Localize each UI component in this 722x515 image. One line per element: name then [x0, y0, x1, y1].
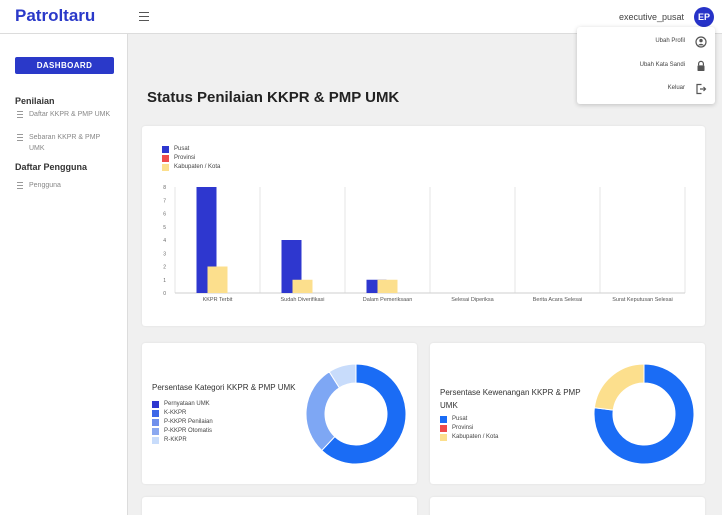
menu-item-ubah-kata-sandi[interactable]: Ubah Kata Sandi — [582, 60, 707, 74]
brand-logo[interactable]: Patroltaru — [15, 6, 95, 26]
lower-chart-card-right — [430, 497, 705, 515]
sidebar-item-sebaran-kkpr[interactable]: Sebaran KKPR & PMP UMK — [17, 132, 113, 154]
y-tick-label: 2 — [163, 265, 166, 271]
legend-swatch — [152, 428, 159, 435]
legend-swatch — [440, 425, 447, 432]
menu-item-keluar[interactable]: Keluar — [582, 83, 707, 97]
sidebar: DASHBOARD Penilaian Daftar KKPR & PMP UM… — [0, 34, 128, 515]
legend-swatch — [152, 401, 159, 408]
y-tick-label: 5 — [163, 225, 166, 231]
bar-kabupaten-kota — [207, 266, 228, 293]
donut-slice — [593, 363, 645, 411]
menu-item-label: Keluar — [667, 85, 685, 91]
sidebar-item-label: Pengguna — [29, 182, 61, 189]
kategori-chart-card: Persentase Kategori KKPR & PMP UMK Perny… — [142, 343, 417, 484]
nav-section-daftar-pengguna: Daftar Pengguna — [15, 162, 88, 172]
y-tick-label: 7 — [163, 198, 166, 204]
list-icon — [17, 134, 23, 141]
legend-swatch — [152, 419, 159, 426]
sidebar-item-label: Daftar KKPR & PMP UMK — [29, 111, 111, 118]
y-tick-label: 1 — [163, 278, 166, 284]
y-tick-label: 6 — [163, 212, 166, 218]
menu-item-label: Ubah Profil — [655, 38, 685, 44]
legend-swatch — [152, 437, 159, 444]
x-tick-label: Selesai Diperiksa — [451, 297, 494, 303]
page-title: Status Penilaian KKPR & PMP UMK — [147, 89, 400, 106]
user-dropdown-menu: Ubah Profil Ubah Kata Sandi Keluar — [577, 27, 715, 104]
dashboard-button[interactable]: DASHBOARD — [15, 57, 114, 74]
user-avatar[interactable]: EP — [694, 7, 714, 27]
username-label[interactable]: executive_pusat — [619, 12, 684, 22]
bar-kabupaten-kota — [292, 279, 313, 293]
y-tick-label: 3 — [163, 251, 166, 257]
kewenangan-chart-title: Persentase Kewenangan KKPR & PMP UMK — [440, 388, 581, 410]
legend-label: Pusat — [452, 416, 468, 422]
status-bar-chart: 0 1 2 3 4 5 6 7 8 KKPR Terbit Sudah Diverifikasi Da… — [163, 185, 686, 303]
sidebar-item-pengguna[interactable]: Pengguna — [17, 180, 113, 191]
list-icon — [17, 182, 23, 189]
lock-icon — [697, 60, 705, 71]
user-circle-icon — [695, 36, 707, 48]
logout-icon — [696, 83, 707, 95]
y-tick-label: 4 — [163, 238, 166, 244]
status-chart-card: Pusat Provinsi Kabupaten / Kota 01234567… — [142, 126, 705, 326]
legend-swatch — [440, 434, 447, 441]
x-tick-label: Sudah Diverifikasi — [280, 297, 324, 303]
nav-section-penilaian: Penilaian — [15, 96, 55, 106]
legend-swatch — [440, 416, 447, 423]
x-tick-label: Dalam Pemeriksaan — [363, 297, 413, 303]
x-tick-label: Surat Keputusan Selesai — [612, 297, 673, 303]
kategori-donut-chart — [305, 363, 407, 465]
legend-label: P-KKPR Penilaian — [164, 419, 213, 425]
legend-label: Kabupaten / Kota — [452, 434, 499, 440]
sidebar-item-daftar-kkpr[interactable]: Daftar KKPR & PMP UMK — [17, 109, 113, 120]
kategori-chart-title: Persentase Kategori KKPR & PMP UMK — [152, 383, 296, 392]
kewenangan-chart-card: Persentase Kewenangan KKPR & PMP UMK Pus… — [430, 343, 705, 484]
kewenangan-donut-chart — [593, 363, 695, 465]
legend-label: K-KKPR — [164, 410, 187, 416]
y-tick-label: 0 — [163, 291, 166, 297]
bar-kabupaten-kota — [377, 279, 398, 293]
sidebar-item-label: Sebaran KKPR & PMP UMK — [29, 134, 101, 152]
menu-item-ubah-profil[interactable]: Ubah Profil — [582, 36, 707, 50]
x-tick-label: KKPR Terbit — [203, 297, 233, 303]
legend-label: Pernyataan UMK — [164, 401, 210, 407]
lower-chart-card-left — [142, 497, 417, 515]
legend-label: P-KKPR Otomatis — [164, 428, 213, 434]
legend-label: R-KKPR — [164, 437, 187, 443]
x-tick-label: Berita Acara Selesai — [533, 297, 583, 303]
hamburger-menu-icon[interactable] — [139, 12, 149, 21]
menu-item-label: Ubah Kata Sandi — [639, 62, 685, 68]
y-tick-label: 8 — [163, 185, 166, 191]
list-icon — [17, 111, 23, 118]
legend-swatch — [152, 410, 159, 417]
legend-label: Provinsi — [452, 425, 474, 431]
